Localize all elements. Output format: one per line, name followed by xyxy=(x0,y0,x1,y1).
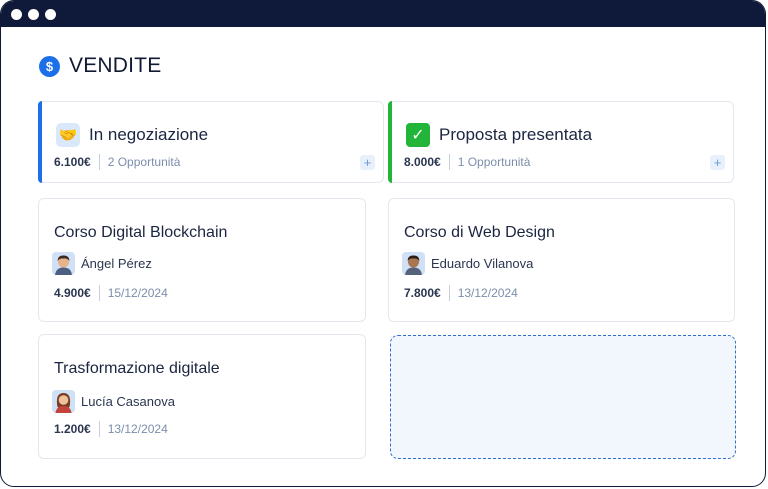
deal-date: 13/12/2024 xyxy=(107,422,168,436)
stage-accent-bar xyxy=(38,101,42,183)
avatar xyxy=(402,252,425,275)
divider xyxy=(448,285,450,301)
add-opportunity-button[interactable]: + xyxy=(710,155,725,170)
stage-opportunities: 1 Opportunità xyxy=(457,155,531,169)
deal-meta: 4.900€ 15/12/2024 xyxy=(54,285,168,301)
stage-header-proposta-presentata[interactable]: ✓ Proposta presentata 8.000€ 1 Opportuni… xyxy=(388,101,734,183)
check-mark-icon: ✓ xyxy=(406,123,430,147)
deal-owner: Ángel Pérez xyxy=(52,252,152,275)
deal-owner: Eduardo Vilanova xyxy=(402,252,533,275)
avatar xyxy=(52,252,75,275)
divider xyxy=(98,421,100,437)
owner-name: Ángel Pérez xyxy=(81,256,152,271)
page-title: VENDITE xyxy=(69,54,162,77)
window-dot-icon xyxy=(11,9,22,20)
stage-title: Proposta presentata xyxy=(439,125,593,144)
app-window: $ VENDITE 🤝 In negoziazione 6.100€ 2 Opp… xyxy=(0,0,766,487)
deal-date: 15/12/2024 xyxy=(107,286,168,300)
stage-header-in-negoziazione[interactable]: 🤝 In negoziazione 6.100€ 2 Opportunità + xyxy=(38,101,384,183)
add-opportunity-button[interactable]: + xyxy=(360,155,375,170)
deal-title: Corso di Web Design xyxy=(404,224,555,241)
dollar-icon: $ xyxy=(39,55,60,77)
deal-meta: 7.800€ 13/12/2024 xyxy=(404,285,518,301)
divider xyxy=(448,154,450,170)
deal-meta: 1.200€ 13/12/2024 xyxy=(54,421,168,437)
deal-card[interactable]: Trasformazione digitale Lucía Casanova 1… xyxy=(38,334,366,459)
window-dot-icon xyxy=(28,9,39,20)
deal-amount: 4.900€ xyxy=(54,286,91,300)
deal-card[interactable]: Corso di Web Design Eduardo Vilanova 7.8… xyxy=(388,198,735,322)
divider xyxy=(98,154,100,170)
stage-title: In negoziazione xyxy=(89,125,209,144)
card-drop-zone[interactable] xyxy=(390,335,736,459)
deal-amount: 7.800€ xyxy=(404,286,441,300)
stage-amount: 8.000€ xyxy=(404,155,441,169)
deal-date: 13/12/2024 xyxy=(457,286,518,300)
handshake-icon: 🤝 xyxy=(56,123,80,147)
deal-card[interactable]: Corso Digital Blockchain Ángel Pérez 4.9… xyxy=(38,198,366,322)
divider xyxy=(98,285,100,301)
window-titlebar xyxy=(1,1,765,27)
stage-opportunities: 2 Opportunità xyxy=(107,155,181,169)
avatar xyxy=(52,390,75,413)
owner-name: Lucía Casanova xyxy=(81,394,175,409)
stage-accent-bar xyxy=(388,101,392,183)
stage-meta: 8.000€ 1 Opportunità xyxy=(404,153,530,171)
owner-name: Eduardo Vilanova xyxy=(431,256,534,271)
stage-amount: 6.100€ xyxy=(54,155,91,169)
deal-owner: Lucía Casanova xyxy=(52,390,175,413)
deal-title: Trasformazione digitale xyxy=(54,360,220,377)
window-dot-icon xyxy=(45,9,56,20)
deal-title: Corso Digital Blockchain xyxy=(54,224,228,241)
deal-amount: 1.200€ xyxy=(54,422,91,436)
page-header: $ VENDITE xyxy=(39,54,161,78)
stage-meta: 6.100€ 2 Opportunità xyxy=(54,153,180,171)
